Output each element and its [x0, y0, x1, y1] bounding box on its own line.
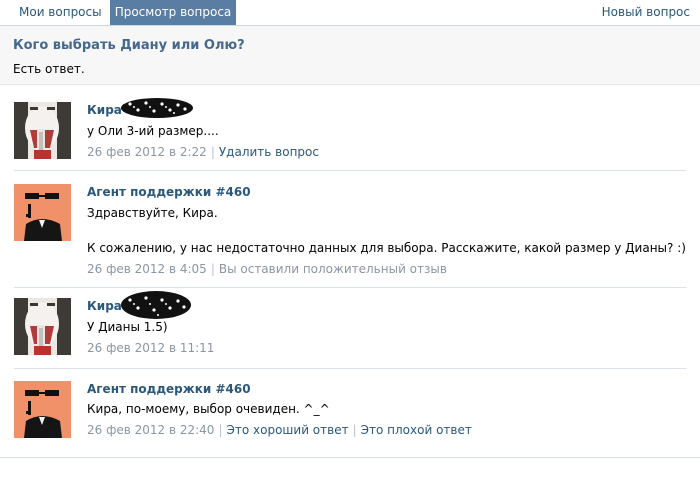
user-avatar-icon[interactable] [14, 102, 71, 159]
user-avatar-icon[interactable] [14, 298, 71, 355]
divider [14, 170, 686, 171]
message-date: 26 фев 2012 в 22:40 [87, 423, 215, 437]
message-text: у Оли 3-ий размер.... [87, 124, 219, 138]
divider [14, 368, 686, 369]
message-author[interactable]: Агент поддержки #460 [87, 185, 251, 199]
divider [14, 287, 686, 288]
message-meta: 26 фев 2012 в 22:40 | Это хороший ответ | Эт… [87, 423, 472, 437]
tab-view-question[interactable]: Просмотр вопроса [110, 0, 236, 25]
tab-bar: Мои вопросы Просмотр вопроса Новый вопро… [0, 0, 700, 26]
message-text: У Дианы 1.5) [87, 320, 168, 334]
message-date: 26 фев 2012 в 2:22 [87, 145, 207, 159]
message-author[interactable]: Кира [87, 103, 122, 117]
bottom-divider [0, 457, 700, 458]
message-date: 26 фев 2012 в 4:05 [87, 262, 207, 276]
feedback-note: Вы оставили положительный отзыв [218, 262, 447, 276]
message-date: 26 фев 2012 в 11:11 [87, 341, 215, 355]
message-author[interactable]: Кира [87, 299, 122, 313]
bad-answer-link[interactable]: Это плохой ответ [361, 423, 472, 437]
message-text-continued: К сожалению, у нас недостаточно данных д… [87, 241, 686, 255]
good-answer-link[interactable]: Это хороший ответ [226, 423, 348, 437]
tab-new-question[interactable]: Новый вопрос [602, 0, 690, 25]
question-header: Кого выбрать Диану или Олю? Есть ответ. [0, 26, 700, 85]
message-text: Здравствуйте, Кира. [87, 206, 218, 220]
message-author[interactable]: Агент поддержки #460 [87, 382, 251, 396]
agent-avatar-icon[interactable] [14, 381, 71, 438]
question-title: Кого выбрать Диану или Олю? [13, 38, 245, 53]
message-meta: 26 фев 2012 в 4:05 | Вы оставили положител… [87, 262, 447, 276]
message-meta: 26 фев 2012 в 2:22 | Удалить вопрос [87, 145, 319, 159]
question-status: Есть ответ. [13, 62, 85, 76]
agent-avatar-icon[interactable] [14, 184, 71, 241]
scribble-redaction-icon [121, 98, 193, 118]
scribble-redaction-icon [121, 291, 191, 319]
tab-my-questions[interactable]: Мои вопросы [8, 0, 113, 25]
message-text: Кира, по-моему, выбор очевиден. ^_^ [87, 402, 330, 416]
delete-question-link[interactable]: Удалить вопрос [219, 145, 319, 159]
message-meta: 26 фев 2012 в 11:11 [87, 341, 214, 355]
